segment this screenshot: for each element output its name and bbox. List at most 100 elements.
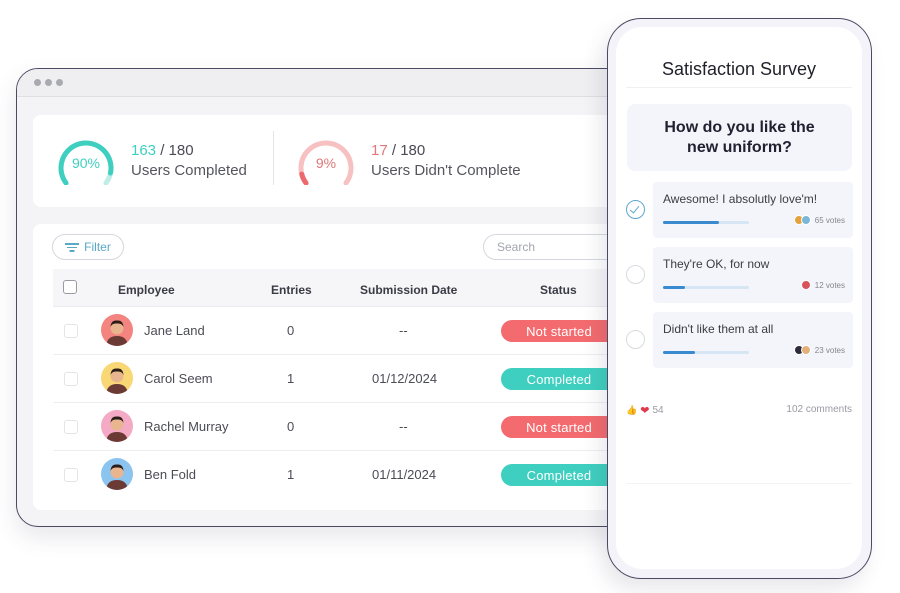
row-checkbox[interactable] (64, 420, 78, 434)
phone-screen: Satisfaction Survey How do you like the … (616, 27, 862, 569)
entries-count: 1 (287, 467, 295, 482)
phone-survey-mockup: Satisfaction Survey How do you like the … (607, 18, 872, 579)
person-avatar-icon (106, 320, 128, 346)
completed-percent: 90% (71, 155, 101, 171)
title-divider (626, 87, 852, 88)
footer-divider (626, 483, 852, 484)
stats-divider (273, 131, 274, 185)
vote-progress-fill (663, 286, 685, 289)
dashboard-window: 90% 163 / 180 Users Completed 9% 17 / 18… (16, 68, 636, 527)
option-card[interactable]: Didn't like them at all 23 votes (653, 312, 853, 368)
vote-progress-fill (663, 351, 695, 354)
person-avatar-icon (106, 416, 128, 442)
comments-link[interactable]: 102 comments (786, 404, 852, 415)
row-checkbox[interactable] (64, 324, 78, 338)
submission-date: -- (399, 419, 408, 434)
thumbs-up-icon: 👍 (626, 405, 638, 415)
voter-avatar (800, 280, 811, 290)
votes: 12 votes (800, 280, 845, 290)
survey-option[interactable]: They're OK, for now 12 votes (624, 247, 854, 303)
status-label: Not started (526, 323, 592, 339)
option-text: They're OK, for now (663, 257, 770, 271)
table-row[interactable]: Ben Fold 1 01/11/2024 Completed (53, 451, 633, 499)
voter-avatar (800, 215, 811, 225)
row-checkbox[interactable] (64, 468, 78, 482)
survey-title: Satisfaction Survey (661, 59, 817, 79)
voter-avatar (800, 345, 811, 355)
survey-option[interactable]: Didn't like them at all 23 votes (624, 312, 854, 368)
person-avatar-icon (106, 464, 128, 490)
not-completed-total: / 180 (391, 142, 426, 159)
voter-avatars (800, 280, 811, 290)
column-header-employee[interactable]: Employee (118, 283, 175, 297)
survey-question: How do you like the new uniform? (627, 104, 852, 171)
vote-progress-bar (663, 286, 749, 289)
window-control-dot[interactable] (34, 79, 41, 86)
window-control-dot[interactable] (45, 79, 52, 86)
completed-total: / 180 (160, 142, 194, 159)
voter-avatars (793, 345, 811, 355)
reactions-count: 54 (652, 405, 664, 416)
avatar (101, 410, 133, 442)
option-card[interactable]: Awesome! I absolutly love'm! 65 votes (653, 182, 853, 238)
column-header-status[interactable]: Status (540, 283, 577, 297)
not-completed-count: 17 (371, 142, 388, 159)
votes: 65 votes (793, 215, 845, 225)
table-row[interactable]: Rachel Murray 0 -- Not started (53, 403, 633, 451)
stat-not-completed: 9% 17 / 180 Users Didn't Complete (295, 137, 521, 185)
avatar (101, 458, 133, 490)
not-completed-percent: 9% (315, 155, 337, 171)
status-label: Not started (526, 419, 592, 435)
filter-label: Filter (84, 240, 111, 254)
table-row[interactable]: Jane Land 0 -- Not started (53, 307, 633, 355)
not-completed-label: Users Didn't Complete (371, 162, 521, 179)
survey-option[interactable]: Awesome! I absolutly love'm! 65 votes (624, 182, 854, 238)
column-header-submission-date[interactable]: Submission Date (360, 283, 457, 297)
completed-gauge: 90% (55, 137, 117, 185)
stat-completed: 90% 163 / 180 Users Completed (55, 137, 247, 185)
completed-count: 163 (131, 142, 157, 159)
voter-avatars (793, 215, 811, 225)
filter-button[interactable]: Filter (52, 234, 124, 260)
search-placeholder: Search (497, 240, 536, 254)
radio-checked-icon[interactable] (626, 200, 645, 219)
heart-icon: ❤ (640, 405, 650, 417)
filter-icon (65, 242, 80, 252)
employee-name[interactable]: Jane Land (144, 323, 205, 338)
reactions[interactable]: 👍 ❤ 54 (626, 404, 664, 417)
avatar (101, 314, 133, 346)
employee-name[interactable]: Ben Fold (144, 467, 196, 482)
votes-label: 23 votes (814, 345, 845, 355)
vote-progress-bar (663, 351, 749, 354)
option-text: Awesome! I absolutly love'm! (663, 192, 818, 206)
question-text: How do you like the new uniform? (664, 118, 815, 156)
submission-date: 01/12/2024 (372, 371, 438, 386)
radio-unchecked-icon[interactable] (626, 265, 645, 284)
votes-label: 12 votes (814, 280, 845, 290)
votes-label: 65 votes (814, 215, 845, 225)
employee-name[interactable]: Carol Seem (144, 371, 213, 386)
column-header-entries[interactable]: Entries (271, 283, 312, 297)
option-card[interactable]: They're OK, for now 12 votes (653, 247, 853, 303)
person-avatar-icon (106, 368, 128, 394)
employee-name[interactable]: Rachel Murray (144, 419, 229, 434)
window-title-bar (17, 69, 635, 97)
table-row[interactable]: Carol Seem 1 01/12/2024 Completed (53, 355, 633, 403)
avatar (101, 362, 133, 394)
vote-progress-fill (663, 221, 719, 224)
completion-stats-card: 90% 163 / 180 Users Completed 9% 17 / 18… (33, 115, 633, 207)
vote-progress-bar (663, 221, 749, 224)
radio-unchecked-icon[interactable] (626, 330, 645, 349)
status-label: Completed (526, 467, 592, 483)
not-completed-gauge: 9% (295, 137, 357, 185)
status-label: Completed (526, 371, 592, 387)
entries-count: 0 (287, 419, 295, 434)
row-checkbox[interactable] (64, 372, 78, 386)
window-control-dot[interactable] (56, 79, 63, 86)
select-all-checkbox[interactable] (63, 280, 77, 294)
table-header: Employee Entries Submission Date Status (53, 269, 633, 307)
submission-date: -- (399, 323, 408, 338)
entries-count: 0 (287, 323, 295, 338)
completed-label: Users Completed (131, 162, 247, 179)
option-text: Didn't like them at all (663, 322, 774, 336)
